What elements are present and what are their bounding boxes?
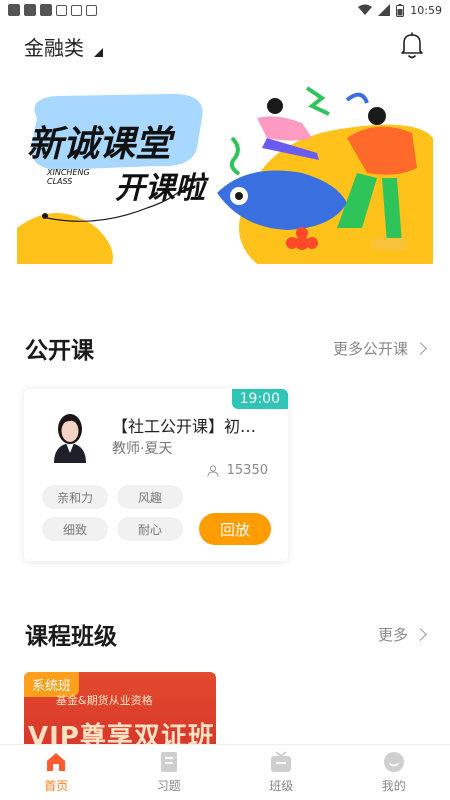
chevron-right-icon bbox=[414, 341, 427, 355]
notification-icon bbox=[40, 4, 52, 16]
nav-item-class[interactable]: 班级 bbox=[225, 745, 338, 800]
teacher-avatar bbox=[44, 407, 96, 463]
home-icon bbox=[47, 753, 66, 771]
teacher-tag: 亲和力 bbox=[42, 485, 108, 509]
time-tag: 19:00 bbox=[231, 389, 288, 409]
nav-item-exercise[interactable]: 习题 bbox=[113, 745, 226, 800]
more-label: 更多公开课 bbox=[332, 339, 408, 358]
teacher-tag: 耐心 bbox=[117, 517, 183, 541]
category-label: 金融类 bbox=[24, 36, 84, 60]
wifi-icon bbox=[358, 4, 373, 15]
more-label: 更多 bbox=[377, 625, 408, 644]
banner-subtitle-line1: XINCHENG bbox=[46, 168, 90, 177]
clock: 10:59 bbox=[410, 3, 442, 17]
nav-item-home[interactable]: 首页 bbox=[0, 745, 113, 800]
class-icon bbox=[271, 751, 292, 772]
nav-label: 习题 bbox=[156, 779, 181, 793]
font-icon bbox=[86, 4, 97, 16]
dropdown-triangle-icon bbox=[94, 48, 103, 57]
banner-title-line1: 新诚课堂 bbox=[27, 124, 176, 165]
bell-icon[interactable] bbox=[398, 30, 426, 60]
notification-icons bbox=[8, 4, 97, 16]
top-bar: 金融类 bbox=[0, 28, 450, 64]
teacher-name: 教师·夏天 bbox=[112, 441, 173, 457]
course-title: 【社工公开课】初级社会工作 bbox=[112, 417, 272, 436]
class-subtitle: 基金&期货从业资格 bbox=[56, 694, 153, 707]
chevron-right-icon bbox=[414, 627, 427, 641]
teacher-tag: 风趣 bbox=[117, 485, 183, 509]
battery-icon bbox=[396, 3, 405, 17]
more-open-courses-link[interactable]: 更多公开课 bbox=[332, 338, 427, 359]
section-title: 公开课 bbox=[25, 338, 94, 364]
banner-title-line2: 开课啦 bbox=[115, 171, 209, 206]
signal-icon bbox=[378, 4, 391, 16]
exercise-icon bbox=[160, 752, 177, 772]
notification-icon bbox=[24, 4, 36, 16]
more-classes-link[interactable]: 更多 bbox=[377, 624, 427, 645]
bottom-nav: 首页 习题 班级 我的 bbox=[0, 744, 450, 800]
class-card[interactable]: 系统班 基金&期货从业资格 VIP尊享双证班 bbox=[24, 672, 216, 748]
banner-subtitle-line2: CLASS bbox=[47, 177, 72, 186]
image-icon bbox=[56, 4, 67, 16]
nav-label: 班级 bbox=[269, 779, 294, 793]
replay-button[interactable]: 回放 bbox=[199, 513, 271, 545]
sync-icon bbox=[71, 4, 82, 16]
viewer-count: 15350 bbox=[207, 463, 268, 478]
notification-icon bbox=[8, 4, 20, 16]
nav-label: 我的 bbox=[381, 779, 406, 793]
section-title: 课程班级 bbox=[25, 624, 117, 650]
course-card[interactable]: 19:00 【社工公开课】初级社会工作 教师·夏天 15350 亲和力 风趣 细… bbox=[24, 389, 288, 561]
promo-banner[interactable]: 新诚课堂 开课啦 XINCHENG CLASS bbox=[17, 78, 433, 264]
classes-header: 课程班级 更多 bbox=[25, 617, 427, 651]
status-bar: 10:59 bbox=[0, 0, 450, 20]
nav-label: 首页 bbox=[44, 779, 69, 793]
profile-icon bbox=[383, 752, 404, 772]
teacher-tag: 细致 bbox=[42, 517, 108, 541]
category-selector[interactable]: 金融类 bbox=[24, 32, 103, 61]
open-courses-header: 公开课 更多公开课 bbox=[25, 331, 427, 365]
person-icon bbox=[207, 464, 219, 477]
viewer-count-value: 15350 bbox=[226, 463, 268, 478]
nav-item-profile[interactable]: 我的 bbox=[338, 745, 450, 800]
